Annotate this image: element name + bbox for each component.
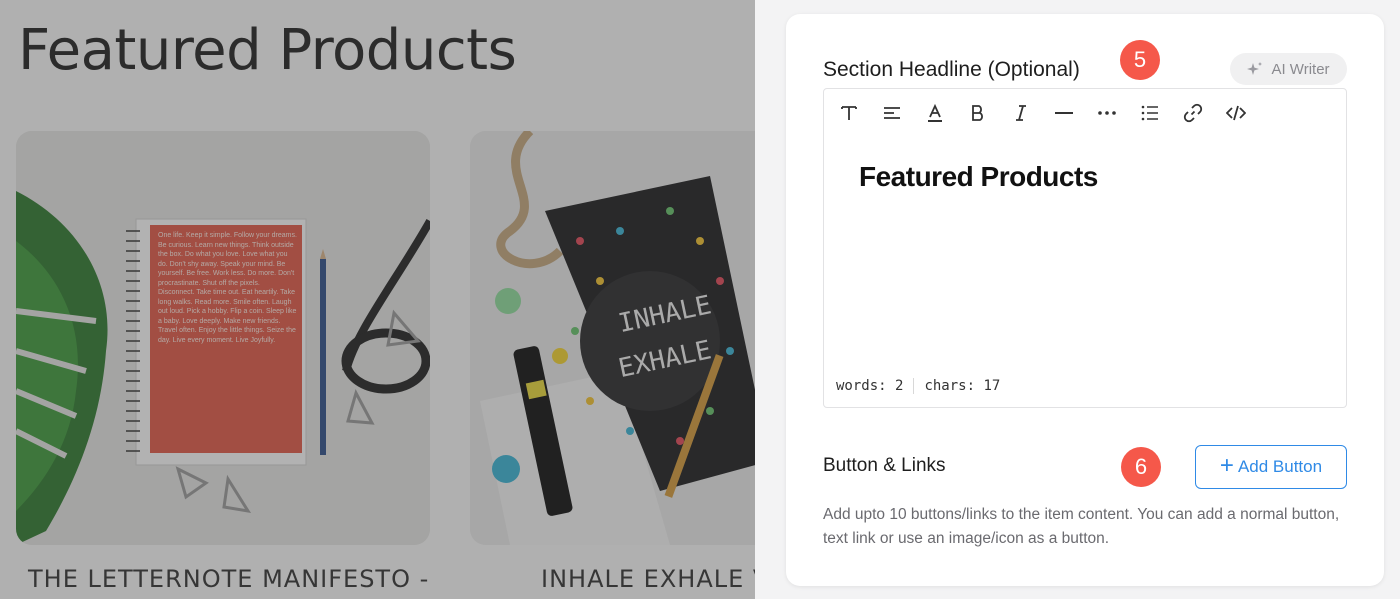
button-links-label: Button & Links: [823, 455, 946, 476]
more-icon[interactable]: [1092, 99, 1122, 127]
text-color-icon[interactable]: [920, 99, 950, 127]
text-format-icon[interactable]: [834, 99, 864, 127]
word-char-counter: words: 2 chars: 17: [836, 378, 1000, 394]
align-icon[interactable]: [877, 99, 907, 127]
section-headline-label: Section Headline (Optional): [823, 58, 1080, 81]
add-button[interactable]: + Add Button: [1195, 445, 1347, 489]
char-count: chars: 17: [924, 378, 1001, 394]
site-preview: Featured Products One life. Keep it simp…: [0, 0, 755, 599]
step-badge: 5: [1120, 40, 1160, 80]
list-icon[interactable]: [1135, 99, 1165, 127]
ai-writer-button[interactable]: AI Writer: [1230, 53, 1347, 85]
ai-writer-label: AI Writer: [1271, 60, 1330, 78]
settings-panel: Section Headline (Optional) 5 AI Writer: [786, 14, 1384, 586]
sparkle-icon: [1247, 62, 1263, 75]
button-links-help-text: Add upto 10 buttons/links to the item co…: [823, 506, 1340, 547]
editor-content-heading[interactable]: Featured Products: [859, 161, 1098, 193]
counter-divider: [913, 378, 915, 394]
italic-icon[interactable]: [1006, 99, 1036, 127]
horizontal-rule-icon[interactable]: [1049, 99, 1079, 127]
add-button-label: Add Button: [1237, 457, 1323, 476]
plus-icon: +: [1219, 452, 1234, 479]
step-badge: 6: [1121, 447, 1161, 487]
editor-toolbar: [834, 99, 1251, 127]
rich-text-editor[interactable]: Featured Products words: 2 chars: 17: [823, 88, 1347, 408]
code-icon[interactable]: [1221, 99, 1251, 127]
link-icon[interactable]: [1178, 99, 1208, 127]
bold-icon[interactable]: [963, 99, 993, 127]
word-count: words: 2: [836, 378, 904, 394]
preview-dim-overlay: [0, 0, 755, 599]
